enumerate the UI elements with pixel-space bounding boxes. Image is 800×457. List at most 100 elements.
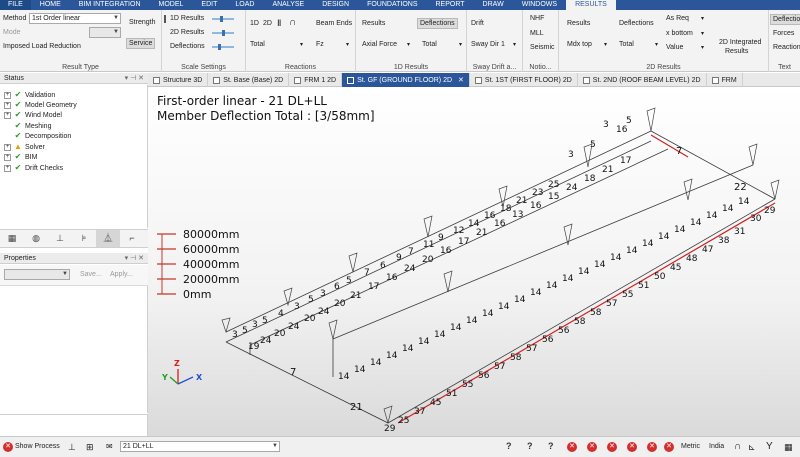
tab-st-2nd[interactable]: St. 2ND (ROOF BEAM LEVEL) 2D <box>578 73 707 87</box>
menu-results[interactable]: RESULTS <box>566 0 616 10</box>
reactions-total-select[interactable]: Total <box>248 40 267 49</box>
axial-force-select[interactable]: Axial Force <box>360 40 399 49</box>
menu-windows[interactable]: WINDOWS <box>513 0 566 10</box>
apply-button[interactable]: Apply... <box>110 271 133 278</box>
imposed-load-reduction[interactable]: Imposed Load Reduction <box>3 43 81 50</box>
support-icon[interactable]: Ⅱ <box>275 17 283 30</box>
reactions-1d-button[interactable]: 1D <box>248 19 261 28</box>
deflection-total-select[interactable]: Total <box>420 40 439 49</box>
properties-select[interactable]: ▼ <box>4 269 70 280</box>
model-viewport[interactable]: First-order linear - 21 DL+LL Member Def… <box>148 87 800 436</box>
expand-icon[interactable]: + <box>4 143 11 151</box>
menu-model[interactable]: MODEL <box>150 0 193 10</box>
snap-icon[interactable]: ⊾ <box>748 441 756 453</box>
tree-item-model-geometry[interactable]: + ✔ Model Geometry <box>4 100 77 110</box>
error-icon[interactable]: ✕ <box>627 442 637 452</box>
text-forces-button[interactable]: Forces <box>771 29 796 38</box>
tab-st-1st[interactable]: St. 1ST (FIRST FLOOR) 2D <box>470 73 578 87</box>
mode-select[interactable]: ▼ <box>89 27 121 38</box>
pin-icon[interactable]: ▾ ⊣ ✕ <box>125 253 144 264</box>
error-icon[interactable]: ✕ <box>607 442 617 452</box>
tab-st-base[interactable]: St. Base (Base) 2D <box>208 73 290 87</box>
menu-foundations[interactable]: FOUNDATIONS <box>358 0 426 10</box>
error-icon[interactable]: ✕ <box>3 442 13 452</box>
status-icon[interactable]: ⏅ <box>96 230 120 247</box>
method-select[interactable]: 1st Order linear ▼ <box>29 13 121 24</box>
region-label[interactable]: India <box>709 441 724 453</box>
menu-bim-integration[interactable]: BIM INTEGRATION <box>70 0 150 10</box>
x-bottom-select[interactable]: x bottom <box>664 29 695 38</box>
help-icon[interactable]: ? <box>527 441 533 451</box>
error-icon[interactable]: ✕ <box>567 442 577 452</box>
expand-icon[interactable]: + <box>4 153 11 161</box>
sway-direction-select[interactable]: Sway Dir 1 <box>469 40 507 49</box>
help-icon[interactable]: ? <box>506 441 512 451</box>
error-icon[interactable]: ✕ <box>647 442 657 452</box>
error-icon[interactable]: ✕ <box>664 442 674 452</box>
results-1d-button[interactable]: Results <box>360 19 387 28</box>
expand-icon[interactable]: + <box>4 164 11 172</box>
integrated-results-button[interactable]: 2D Integrated <box>717 38 763 47</box>
loads-icon[interactable]: ⌐ <box>120 230 144 247</box>
help-icon[interactable]: ? <box>548 441 554 451</box>
expand-icon[interactable]: + <box>4 101 11 109</box>
menu-edit[interactable]: EDIT <box>192 0 226 10</box>
results-2d-button[interactable]: Results <box>565 19 592 28</box>
tab-frm-1[interactable]: FRM 1 2D <box>289 73 343 87</box>
value-select[interactable]: Value <box>664 43 685 52</box>
tree-item-drift-checks[interactable]: + ✔ Drift Checks <box>4 163 63 173</box>
column-icon[interactable]: ⊧ <box>72 230 96 247</box>
tree-item-meshing[interactable]: ✔ Meshing <box>14 121 52 131</box>
tab-frm[interactable]: FRM <box>707 73 743 87</box>
mdx-top-select[interactable]: Mdx top <box>565 40 594 49</box>
close-icon[interactable]: ✕ <box>458 74 464 87</box>
strength-button[interactable]: Strength <box>127 18 157 27</box>
deflection-2d-total-select[interactable]: Total <box>617 40 636 49</box>
tree-item-validation[interactable]: + ✔ Validation <box>4 90 55 100</box>
mll-button[interactable]: MLL <box>528 29 546 38</box>
scale-deflections-slider[interactable] <box>212 44 234 50</box>
tab-st-gf[interactable]: St. GF (GROUND FLOOR) 2D ✕ <box>342 73 470 87</box>
menu-design[interactable]: DESIGN <box>313 0 358 10</box>
expand-icon[interactable]: + <box>4 91 11 99</box>
menu-home[interactable]: HOME <box>31 0 70 10</box>
magnet-icon[interactable]: ∩ <box>287 16 298 29</box>
scale-2d-slider[interactable] <box>212 30 234 36</box>
menu-file[interactable]: FILE <box>0 0 31 10</box>
error-icon[interactable]: ✕ <box>587 442 597 452</box>
tree-item-decomposition[interactable]: ✔ Decomposition <box>14 131 72 141</box>
reactions-fz-select[interactable]: Fz <box>314 40 326 49</box>
menu-report[interactable]: REPORT <box>427 0 474 10</box>
deflections-1d-button[interactable]: Deflections <box>417 18 458 29</box>
pin-icon[interactable]: ▾ ⊣ ✕ <box>125 73 144 84</box>
text-reactions-button[interactable]: Reactions <box>771 43 800 52</box>
nhf-button[interactable]: NHF <box>528 14 546 23</box>
beam-icon[interactable]: ⊥ <box>48 230 72 247</box>
analysis-icon[interactable]: ⊥ <box>68 441 76 453</box>
load-combination-select[interactable]: 21 DL+LL ▼ <box>120 441 280 452</box>
menu-draw[interactable]: DRAW <box>474 0 513 10</box>
magnet-icon[interactable]: ∩ <box>734 441 741 453</box>
tree-item-solver[interactable]: + ▲ Solver <box>4 142 45 152</box>
expand-icon[interactable]: + <box>4 111 11 119</box>
service-button[interactable]: Service <box>126 38 156 49</box>
model-tree-icon[interactable]: ▦ <box>0 230 24 247</box>
show-process-button[interactable]: Show Process <box>15 441 60 453</box>
beam-ends-button[interactable]: Beam Ends <box>314 19 354 28</box>
save-button[interactable]: Save... <box>80 271 102 278</box>
tree-item-wind-model[interactable]: + ✔ Wind Model <box>4 110 62 120</box>
grid-icon[interactable]: ▦ <box>784 441 793 453</box>
structure-model[interactable]: 3 53 5 4353 6576 97119 12141618 21232516 3… <box>148 87 800 436</box>
units-label[interactable]: Metric <box>681 441 700 453</box>
tab-structure-3d[interactable]: Structure 3D <box>148 73 209 87</box>
menu-analyse[interactable]: ANALYSE <box>263 0 313 10</box>
seismic-button[interactable]: Seismic <box>528 43 557 52</box>
direction-icon[interactable]: Y <box>766 441 773 453</box>
globe-icon[interactable]: ◍ <box>24 230 48 247</box>
design-icon[interactable]: ⊞ <box>86 441 94 453</box>
drift-button[interactable]: Drift <box>469 19 486 28</box>
reactions-2d-button[interactable]: 2D <box>261 19 274 28</box>
deflections-2d-button[interactable]: Deflections <box>617 19 656 28</box>
as-req-select[interactable]: As Req <box>664 14 691 23</box>
tree-item-bim[interactable]: + ✔ BIM <box>4 152 37 162</box>
